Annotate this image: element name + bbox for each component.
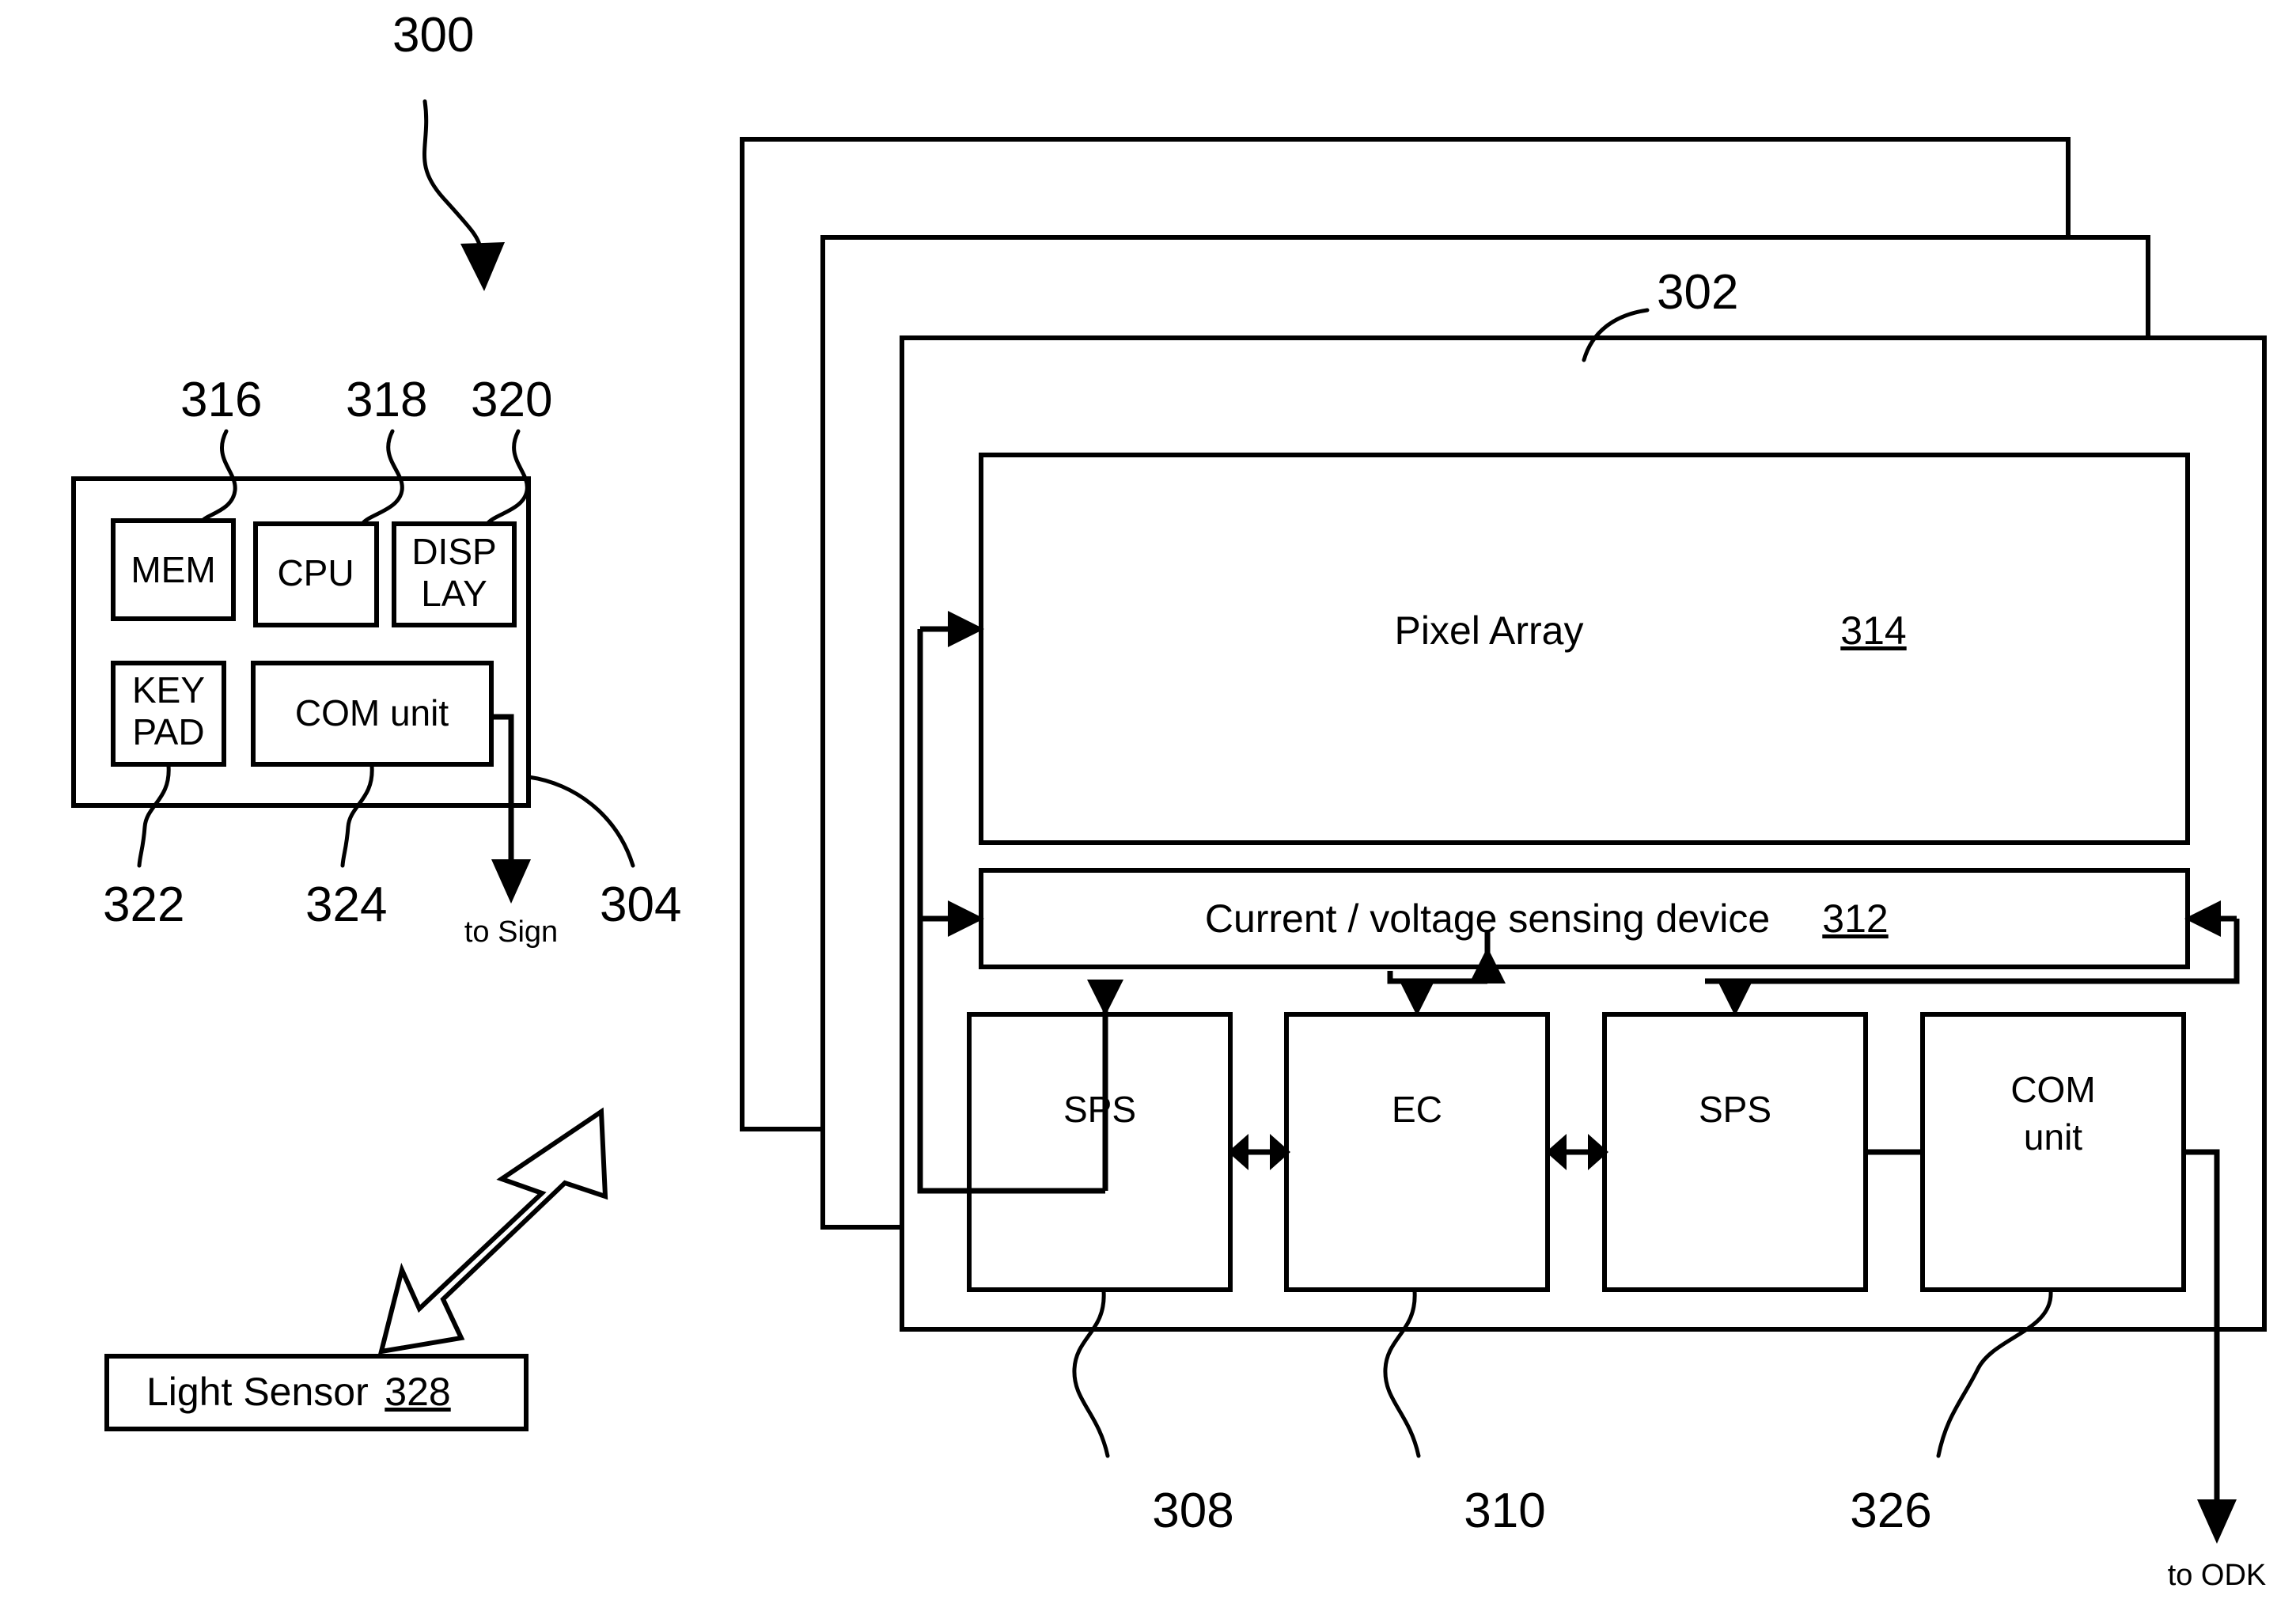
system-ref-300-group: 300 — [392, 8, 505, 291]
ref-308-text: 308 — [1152, 1484, 1233, 1538]
sps-right-label: SPS — [1699, 1089, 1771, 1130]
pixel-array-block[interactable] — [979, 453, 2190, 845]
keypad-block-label-line1: KEY — [132, 669, 205, 711]
ref-300-arrowhead — [460, 242, 505, 291]
ref-300-leader-line — [422, 99, 483, 254]
sps-left-block[interactable] — [967, 1012, 1233, 1292]
ref-326-text: 326 — [1850, 1484, 1931, 1538]
light-sensor-label: Light Sensor — [146, 1370, 369, 1414]
bidirectional-arrow-icon — [377, 1107, 608, 1355]
pixel-array-label: Pixel Array — [1395, 608, 1584, 653]
cpu-block-label: CPU — [277, 552, 354, 593]
controller-com-unit-label: COM unit — [295, 692, 449, 733]
light-sensor-ref: 328 — [385, 1370, 450, 1414]
to-sign-label: to Sign — [464, 915, 558, 949]
light-sensor-group: Light Sensor 328 — [104, 1107, 608, 1431]
patent-figure-300: 300 MEM CPU DISP LAY KEY PAD COM unit to… — [0, 0, 2296, 1607]
ref-322-text: 322 — [103, 877, 184, 932]
ref-320-text: 320 — [471, 373, 552, 427]
mem-block-label: MEM — [131, 549, 215, 590]
ec-block[interactable] — [1284, 1012, 1550, 1292]
display-block-label-line1: DISP — [411, 531, 496, 572]
ref-318-text: 318 — [346, 373, 427, 427]
ref-300-text: 300 — [392, 8, 474, 63]
sensing-device-ref: 312 — [1822, 896, 1888, 941]
to-odk-label: to ODK — [2168, 1559, 2267, 1592]
figure-canvas: 300 MEM CPU DISP LAY KEY PAD COM unit to… — [71, 8, 2267, 1592]
display-block-label-line2: LAY — [421, 573, 487, 614]
ref-324-text: 324 — [305, 877, 387, 932]
ref-310-text: 310 — [1464, 1484, 1545, 1538]
pixel-array-ref: 314 — [1840, 608, 1906, 653]
ref-304-text: 304 — [600, 877, 681, 932]
ref-304-leader-line — [526, 775, 635, 868]
controller-panel-group: MEM CPU DISP LAY KEY PAD COM unit to Sig… — [71, 373, 681, 949]
module-com-unit-label-line1: COM — [2010, 1069, 2095, 1110]
controller-output-arrowhead — [491, 859, 531, 904]
sps-right-block[interactable] — [1602, 1012, 1868, 1292]
sps-left-label: SPS — [1063, 1089, 1136, 1130]
keypad-block-label-line2: PAD — [132, 711, 204, 752]
ref-302-text: 302 — [1657, 265, 1738, 320]
ref-316-text: 316 — [180, 373, 262, 427]
module-com-unit-label-line2: unit — [2024, 1116, 2082, 1158]
module-output-arrowhead — [2197, 1499, 2237, 1544]
ec-label: EC — [1392, 1089, 1442, 1130]
